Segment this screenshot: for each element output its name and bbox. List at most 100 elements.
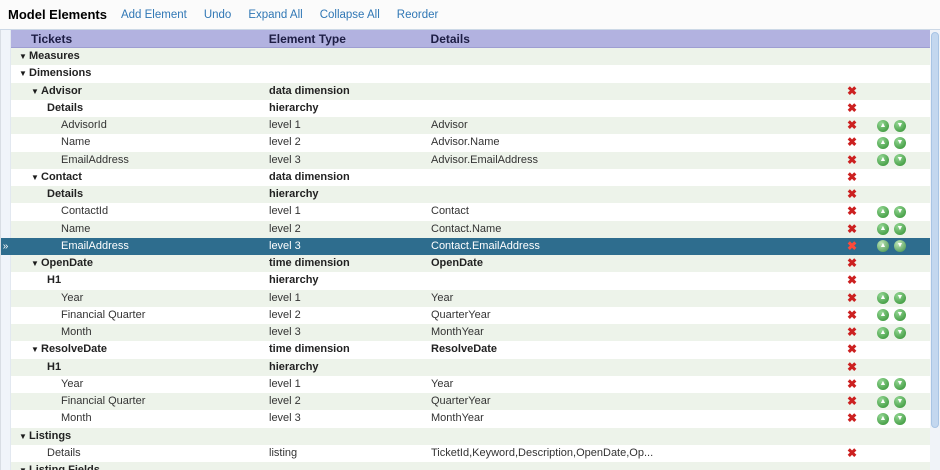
delete-icon[interactable]: ✖ (845, 445, 859, 462)
delete-icon[interactable]: ✖ (845, 376, 859, 393)
move-up-icon[interactable]: ▲ (877, 292, 889, 304)
move-up-icon[interactable]: ▲ (877, 154, 889, 166)
table-row-financial-quarter[interactable]: Financial Quarterlevel 2QuarterYear✖▲▼ (1, 307, 930, 324)
move-up-icon[interactable]: ▲ (877, 413, 889, 425)
toolbar-action-reorder[interactable]: Reorder (397, 9, 439, 21)
move-up-icon[interactable]: ▲ (877, 223, 889, 235)
element-name-cell: Year (11, 290, 269, 307)
toolbar-action-undo[interactable]: Undo (204, 9, 232, 21)
move-down-icon[interactable]: ▼ (894, 292, 906, 304)
table-row-h1[interactable]: H1hierarchy✖ (1, 359, 930, 376)
delete-icon[interactable]: ✖ (845, 186, 859, 203)
move-down-icon[interactable]: ▼ (894, 223, 906, 235)
collapse-expander-icon[interactable]: ▼ (31, 83, 41, 100)
delete-icon[interactable]: ✖ (845, 359, 859, 376)
element-name-cell: ▼OpenDate (11, 255, 269, 272)
scrollbar-thumb[interactable] (931, 32, 939, 428)
table-row-advisorid[interactable]: AdvisorIdlevel 1Advisor✖▲▼ (1, 117, 930, 134)
delete-icon[interactable]: ✖ (845, 169, 859, 186)
collapse-expander-icon[interactable]: ▼ (19, 462, 29, 470)
move-up-icon[interactable]: ▲ (877, 240, 889, 252)
delete-icon[interactable]: ✖ (845, 290, 859, 307)
collapse-expander-icon[interactable]: ▼ (31, 255, 41, 272)
collapse-expander-icon[interactable]: ▼ (19, 428, 29, 445)
element-details: TicketId,Keyword,Description,OpenDate,Op… (431, 445, 839, 462)
move-down-icon[interactable]: ▼ (894, 154, 906, 166)
element-name-cell: AdvisorId (11, 117, 269, 134)
move-up-icon[interactable]: ▲ (877, 309, 889, 321)
move-up-icon[interactable]: ▲ (877, 137, 889, 149)
move-down-icon[interactable]: ▼ (894, 120, 906, 132)
table-row-advisor[interactable]: ▼Advisordata dimension✖ (1, 83, 930, 100)
table-row-listings[interactable]: ▼Listings (1, 428, 930, 445)
collapse-expander-icon[interactable]: ▼ (19, 65, 29, 82)
delete-icon[interactable]: ✖ (845, 393, 859, 410)
delete-icon[interactable]: ✖ (845, 255, 859, 272)
move-up-icon[interactable]: ▲ (877, 396, 889, 408)
table-row-listing-fields[interactable]: ▼Listing Fields (1, 462, 930, 470)
move-down-icon[interactable]: ▼ (894, 206, 906, 218)
row-actions: ✖ (839, 445, 930, 462)
delete-icon[interactable]: ✖ (845, 272, 859, 289)
delete-icon[interactable]: ✖ (845, 238, 859, 255)
delete-icon[interactable]: ✖ (845, 410, 859, 427)
table-row-name[interactable]: Namelevel 2Advisor.Name✖▲▼ (1, 134, 930, 151)
delete-icon[interactable]: ✖ (845, 83, 859, 100)
move-down-icon[interactable]: ▼ (894, 309, 906, 321)
element-name: ResolveDate (41, 341, 107, 358)
table-row-month[interactable]: Monthlevel 3MonthYear✖▲▼ (1, 324, 930, 341)
delete-icon[interactable]: ✖ (845, 203, 859, 220)
move-up-icon[interactable]: ▲ (877, 327, 889, 339)
element-name-cell: EmailAddress (11, 152, 269, 169)
delete-icon[interactable]: ✖ (845, 134, 859, 151)
toolbar-action-add-element[interactable]: Add Element (121, 9, 187, 21)
vertical-scrollbar[interactable] (930, 30, 940, 470)
move-down-icon[interactable]: ▼ (894, 327, 906, 339)
move-up-icon[interactable]: ▲ (877, 206, 889, 218)
element-name-cell: H1 (11, 359, 269, 376)
table-row-year[interactable]: Yearlevel 1Year✖▲▼ (1, 376, 930, 393)
delete-icon[interactable]: ✖ (845, 152, 859, 169)
table-row-year[interactable]: Yearlevel 1Year✖▲▼ (1, 290, 930, 307)
table-row-financial-quarter[interactable]: Financial Quarterlevel 2QuarterYear✖▲▼ (1, 393, 930, 410)
delete-icon[interactable]: ✖ (845, 221, 859, 238)
table-row-resolvedate[interactable]: ▼ResolveDatetime dimensionResolveDate✖ (1, 341, 930, 358)
element-name-cell: Name (11, 134, 269, 151)
table-row-details[interactable]: Detailshierarchy✖ (1, 186, 930, 203)
table-row-opendate[interactable]: ▼OpenDatetime dimensionOpenDate✖ (1, 255, 930, 272)
row-selector (1, 410, 11, 427)
element-details: Advisor.Name (431, 134, 839, 151)
table-row-name[interactable]: Namelevel 2Contact.Name✖▲▼ (1, 221, 930, 238)
move-down-icon[interactable]: ▼ (894, 413, 906, 425)
delete-icon[interactable]: ✖ (845, 307, 859, 324)
move-down-icon[interactable]: ▼ (894, 378, 906, 390)
element-details: QuarterYear (431, 307, 839, 324)
table-row-contact[interactable]: ▼Contactdata dimension✖ (1, 169, 930, 186)
collapse-expander-icon[interactable]: ▼ (19, 48, 29, 65)
collapse-expander-icon[interactable]: ▼ (31, 341, 41, 358)
table-row-dimensions[interactable]: ▼Dimensions (1, 65, 930, 82)
move-up-icon[interactable]: ▲ (877, 378, 889, 390)
table-row-contactid[interactable]: ContactIdlevel 1Contact✖▲▼ (1, 203, 930, 220)
move-down-icon[interactable]: ▼ (894, 137, 906, 149)
table-row-details[interactable]: Detailshierarchy✖ (1, 100, 930, 117)
element-details: MonthYear (431, 410, 839, 427)
delete-icon[interactable]: ✖ (845, 100, 859, 117)
table-row-details[interactable]: DetailslistingTicketId,Keyword,Descripti… (1, 445, 930, 462)
move-down-icon[interactable]: ▼ (894, 240, 906, 252)
toolbar-action-collapse-all[interactable]: Collapse All (320, 9, 380, 21)
table-row-emailaddress[interactable]: »EmailAddresslevel 3Contact.EmailAddress… (1, 238, 930, 255)
table-row-month[interactable]: Monthlevel 3MonthYear✖▲▼ (1, 410, 930, 427)
delete-icon[interactable]: ✖ (845, 341, 859, 358)
collapse-expander-icon[interactable]: ▼ (31, 169, 41, 186)
move-up-icon[interactable]: ▲ (877, 120, 889, 132)
delete-icon[interactable]: ✖ (845, 117, 859, 134)
table-row-emailaddress[interactable]: EmailAddresslevel 3Advisor.EmailAddress✖… (1, 152, 930, 169)
delete-icon[interactable]: ✖ (845, 324, 859, 341)
table-row-h1[interactable]: H1hierarchy✖ (1, 272, 930, 289)
element-name-cell: ▼Dimensions (11, 65, 269, 82)
toolbar-action-expand-all[interactable]: Expand All (248, 9, 302, 21)
table-row-measures[interactable]: ▼Measures (1, 48, 930, 65)
move-down-icon[interactable]: ▼ (894, 396, 906, 408)
element-details: MonthYear (431, 324, 839, 341)
